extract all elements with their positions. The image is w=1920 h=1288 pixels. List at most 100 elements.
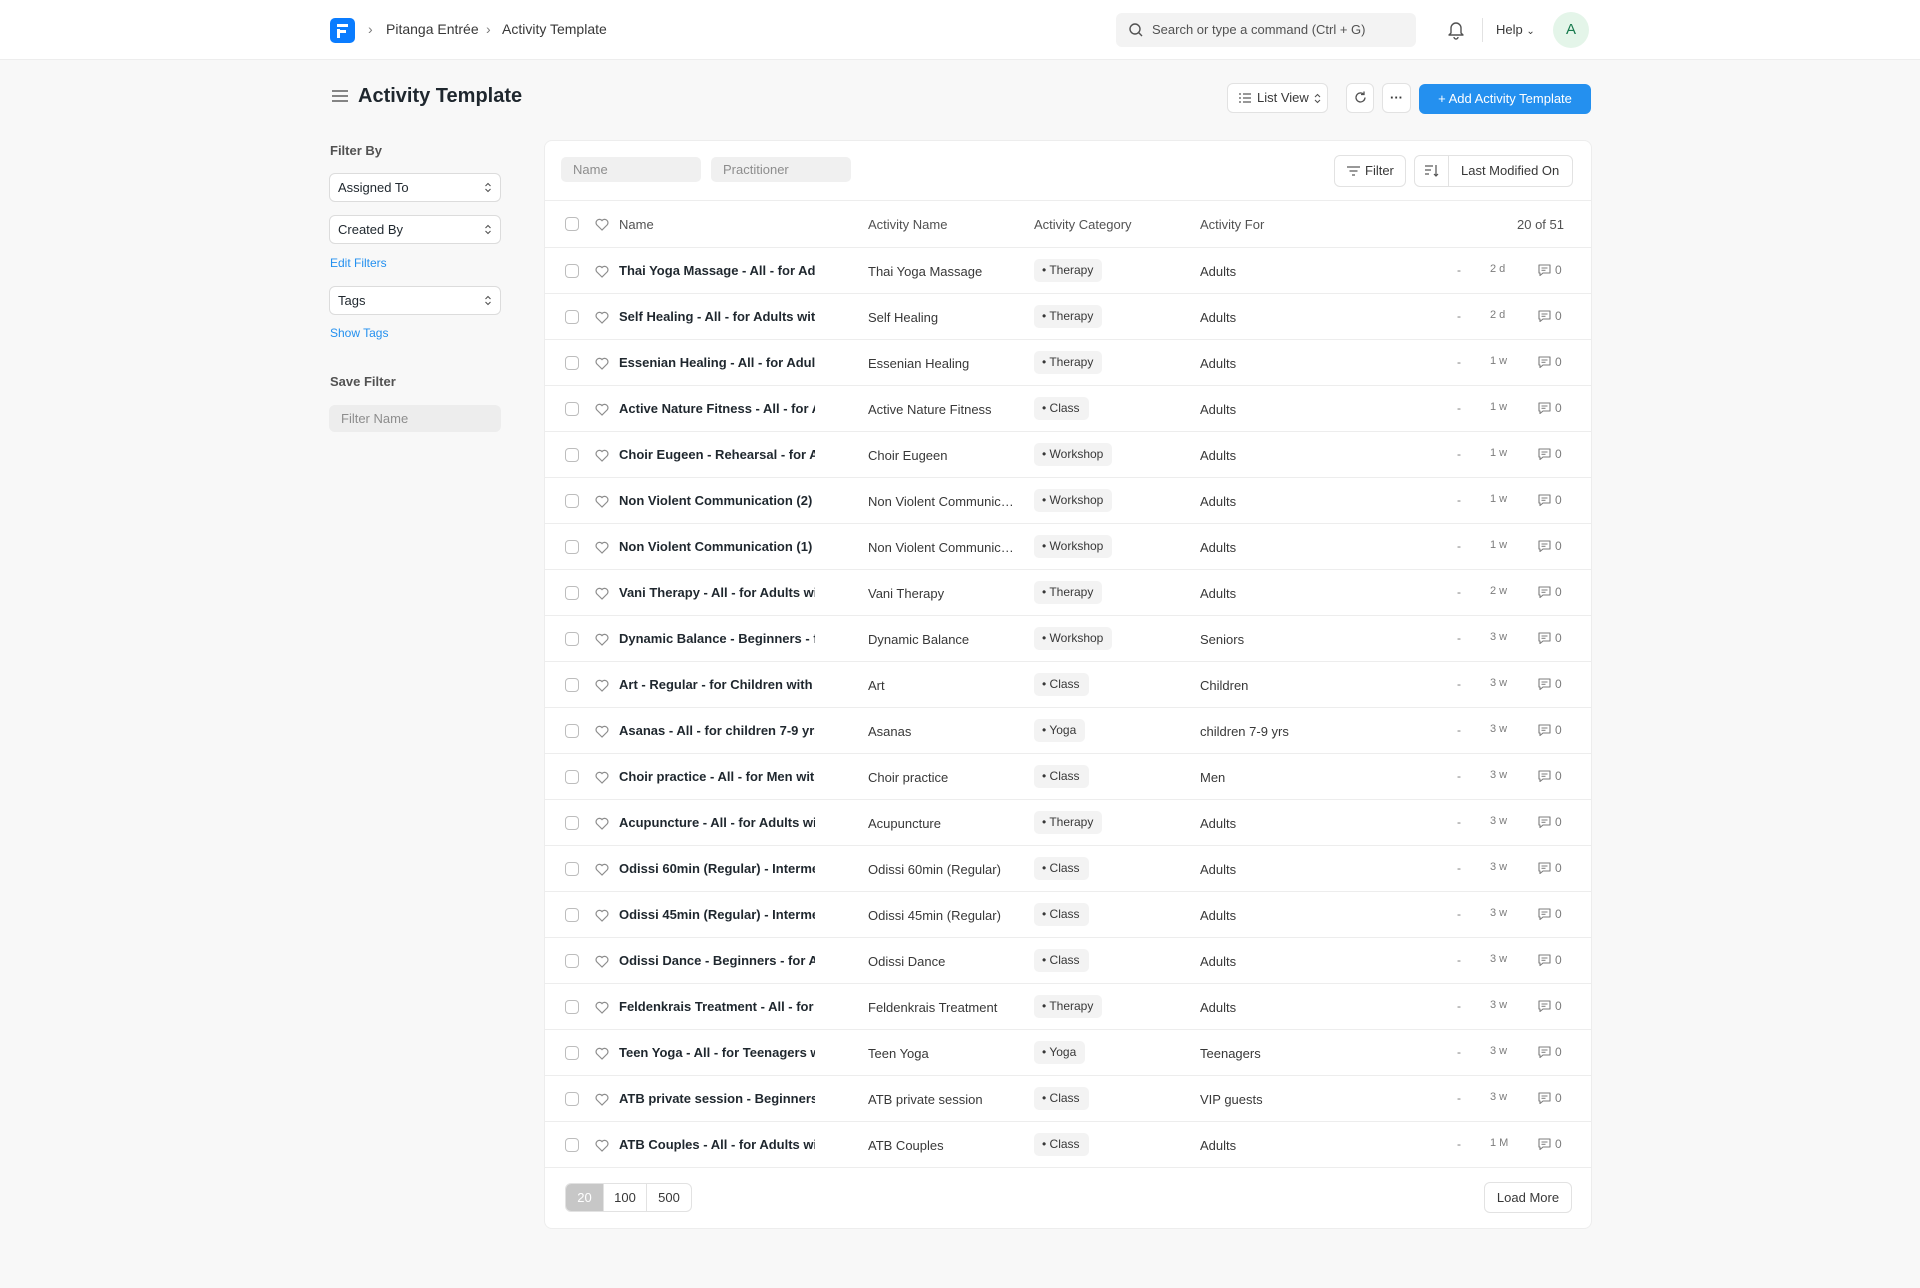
table-row[interactable]: Odissi 60min (Regular) - Intermediate Odi… [545,846,1591,892]
row-checkbox[interactable] [565,494,579,508]
row-name[interactable]: Teen Yoga - All - for Teenagers with Lil… [619,1045,815,1060]
row-name[interactable]: Self Healing - All - for Adults with Kir… [619,309,815,324]
category-badge[interactable]: • Class [1034,903,1089,926]
bell-icon[interactable] [1446,19,1466,41]
filter-button[interactable]: Filter [1334,155,1406,187]
row-checkbox[interactable] [565,862,579,876]
row-checkbox[interactable] [565,1046,579,1060]
heart-icon[interactable] [595,1047,609,1060]
category-badge[interactable]: • Class [1034,765,1089,788]
row-name[interactable]: Choir practice - All - for Men with Shan… [619,769,815,784]
heart-icon[interactable] [595,1001,609,1014]
row-name[interactable]: Essenian Healing - All - for Adults with [619,355,815,370]
table-row[interactable]: Odissi 45min (Regular) - Intermediate Odi… [545,892,1591,938]
category-badge[interactable]: • Workshop [1034,489,1113,512]
category-badge[interactable]: • Workshop [1034,535,1113,558]
table-row[interactable]: Teen Yoga - All - for Teenagers with Lil… [545,1030,1591,1076]
refresh-button[interactable] [1346,83,1374,113]
category-badge[interactable]: • Therapy [1034,305,1103,328]
row-checkbox[interactable] [565,724,579,738]
table-row[interactable]: Thai Yoga Massage - All - for Adults wit… [545,248,1591,294]
category-badge[interactable]: • Therapy [1034,581,1103,604]
category-badge[interactable]: • Workshop [1034,443,1113,466]
row-checkbox[interactable] [565,678,579,692]
select-all-checkbox[interactable] [565,217,579,231]
table-row[interactable]: Vani Therapy - All - for Adults with Van… [545,570,1591,616]
filter-name-input[interactable]: Filter Name [329,405,501,432]
category-badge[interactable]: • Class [1034,857,1089,880]
more-options-button[interactable]: ··· [1382,83,1411,113]
heart-icon[interactable] [595,1139,609,1152]
heart-icon[interactable] [595,771,609,784]
heart-icon[interactable] [595,265,609,278]
row-name[interactable]: Odissi 45min (Regular) - Intermediate [619,907,815,922]
sort-field-label[interactable]: Last Modified On [1461,156,1559,186]
category-badge[interactable]: • Class [1034,673,1089,696]
edit-filters-link[interactable]: Edit Filters [330,256,387,270]
sidebar-toggle-icon[interactable] [331,88,349,104]
category-badge[interactable]: • Class [1034,949,1089,972]
search-input[interactable]: Search or type a command (Ctrl + G) [1116,13,1416,47]
table-row[interactable]: Self Healing - All - for Adults with Kir… [545,294,1591,340]
sort-control[interactable]: Last Modified On [1414,155,1573,187]
row-checkbox[interactable] [565,1092,579,1106]
table-row[interactable]: Essenian Healing - All - for Adults with… [545,340,1591,386]
table-row[interactable]: Odissi Dance - Beginners - for Adults Odi… [545,938,1591,984]
heart-icon[interactable] [595,955,609,968]
heart-icon[interactable] [595,449,609,462]
avatar[interactable]: A [1553,12,1589,48]
page-size-100[interactable]: 100 [604,1184,647,1211]
row-checkbox[interactable] [565,402,579,416]
add-activity-template-button[interactable]: + Add Activity Template [1419,84,1591,114]
list-view-button[interactable]: List View [1227,83,1328,113]
breadcrumb-app[interactable]: Pitanga Entrée [386,21,479,37]
row-name[interactable]: Asanas - All - for children 7-9 yrs with [619,723,815,738]
table-row[interactable]: Non Violent Communication (1) - Beginner… [545,524,1591,570]
row-name[interactable]: Art - Regular - for Children with Gala [619,677,815,692]
heart-icon[interactable] [595,725,609,738]
heart-icon[interactable] [595,218,609,231]
row-name[interactable]: Active Nature Fitness - All - for Adults [619,401,815,416]
assigned-to-select[interactable]: Assigned To [329,173,501,202]
sort-order-button[interactable] [1415,156,1449,186]
practitioner-filter-input[interactable]: Practitioner [711,157,851,182]
row-name[interactable]: Feldenkrais Treatment - All - for Adults [619,999,815,1014]
table-row[interactable]: ATB Couples - All - for Adults with Rosa… [545,1122,1591,1168]
category-badge[interactable]: • Workshop [1034,627,1113,650]
row-checkbox[interactable] [565,264,579,278]
row-name[interactable]: Non Violent Communication (1) - Beginner… [619,539,815,554]
breadcrumb-doctype[interactable]: Activity Template [502,21,607,37]
show-tags-link[interactable]: Show Tags [330,326,388,340]
row-checkbox[interactable] [565,448,579,462]
table-row[interactable]: Active Nature Fitness - All - for Adults… [545,386,1591,432]
heart-icon[interactable] [595,357,609,370]
row-name[interactable]: Choir Eugeen - Rehearsal - for Adults [619,447,815,462]
heart-icon[interactable] [595,679,609,692]
row-checkbox[interactable] [565,816,579,830]
row-checkbox[interactable] [565,1138,579,1152]
page-size-20[interactable]: 20 [566,1184,604,1211]
heart-icon[interactable] [595,403,609,416]
row-name[interactable]: Odissi Dance - Beginners - for Adults [619,953,815,968]
row-checkbox[interactable] [565,1000,579,1014]
category-badge[interactable]: • Therapy [1034,995,1103,1018]
name-filter-input[interactable]: Name [561,157,701,182]
row-name[interactable]: Thai Yoga Massage - All - for Adults wit… [619,263,815,278]
row-name[interactable]: Acupuncture - All - for Adults with Hema… [619,815,815,830]
row-name[interactable]: Vani Therapy - All - for Adults with Van… [619,585,815,600]
table-row[interactable]: Non Violent Communication (2) - Beginner… [545,478,1591,524]
heart-icon[interactable] [595,495,609,508]
created-by-select[interactable]: Created By [329,215,501,244]
app-logo-icon[interactable] [330,18,355,43]
category-badge[interactable]: • Therapy [1034,259,1103,282]
load-more-button[interactable]: Load More [1484,1182,1572,1213]
row-checkbox[interactable] [565,310,579,324]
table-row[interactable]: Art - Regular - for Children with Gala Ar… [545,662,1591,708]
row-checkbox[interactable] [565,540,579,554]
table-row[interactable]: Acupuncture - All - for Adults with Hema… [545,800,1591,846]
row-name[interactable]: Odissi 60min (Regular) - Intermediate [619,861,815,876]
page-size-selector[interactable]: 20 100 500 [565,1183,692,1212]
heart-icon[interactable] [595,817,609,830]
row-name[interactable]: ATB private session - Beginners - for VI… [619,1091,815,1106]
category-badge[interactable]: • Therapy [1034,811,1103,834]
